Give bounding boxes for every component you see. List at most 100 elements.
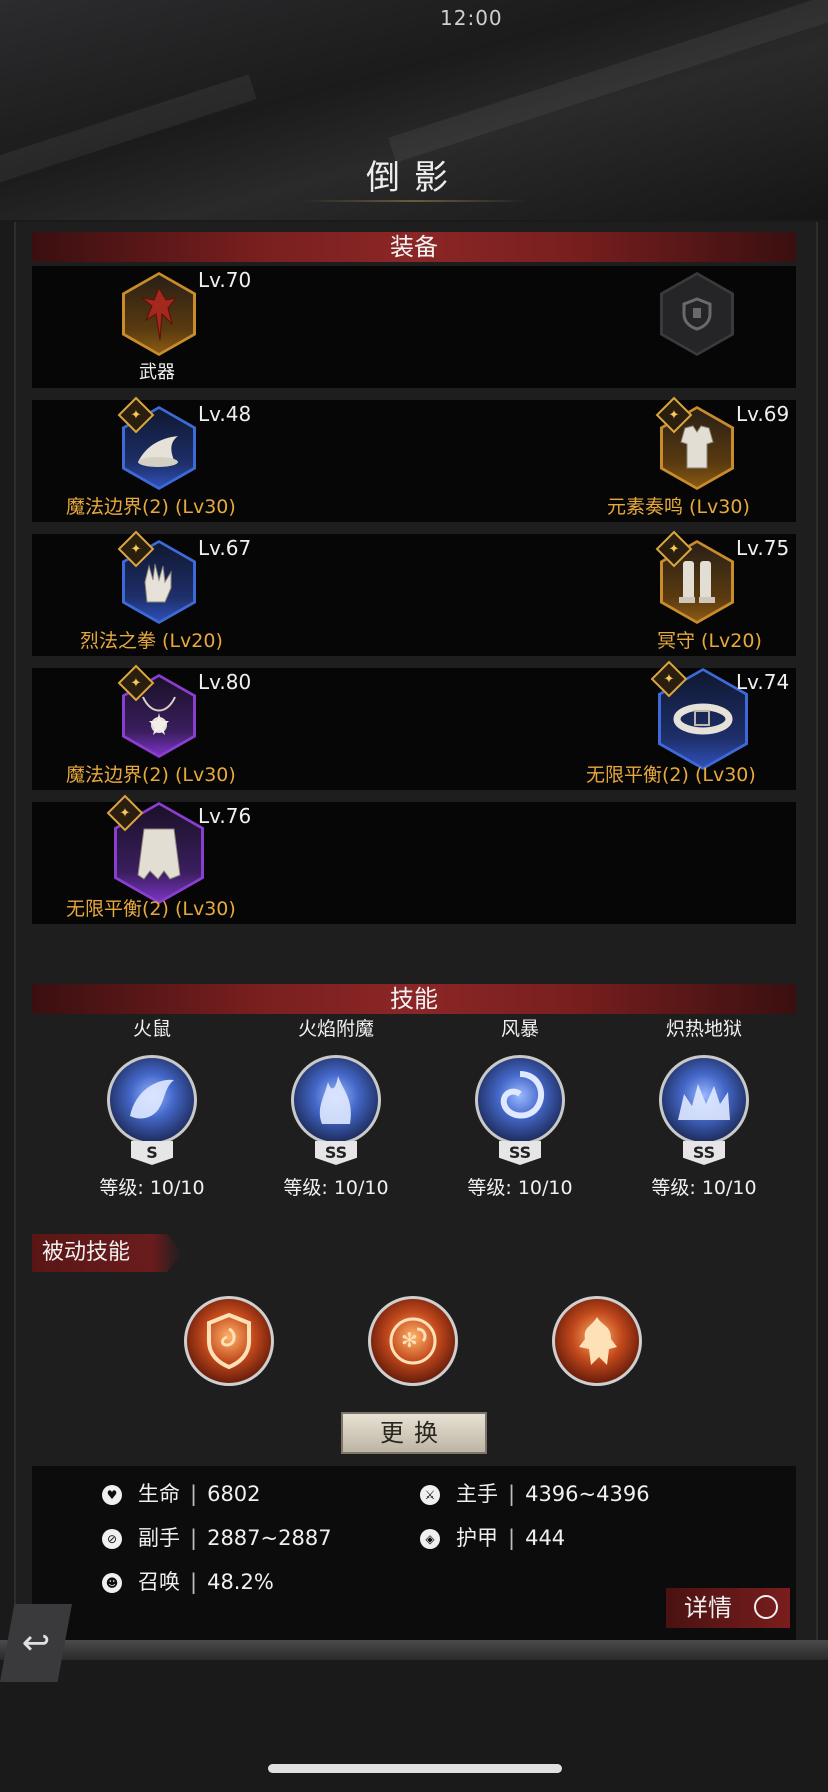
details-button[interactable]: 详情 [666, 1588, 790, 1628]
spark-icon: ✦ [130, 675, 142, 691]
spark-icon: ✦ [668, 407, 680, 423]
empty-shield-hex [660, 272, 734, 356]
spark-icon: ✦ [119, 805, 131, 821]
passive-skills-header: 被动技能 [32, 1234, 182, 1272]
inferno-icon [659, 1055, 749, 1145]
skill-name: 风暴 [500, 1018, 539, 1040]
weapon-slot[interactable]: Lv.70 武器 [32, 266, 292, 388]
details-label: 详情 [684, 1594, 732, 1622]
equipment-row: Lv.70 武器 [32, 266, 796, 388]
stat-hp: ♥ 生命 | 6802 [102, 1478, 261, 1508]
flame-enchant-icon [291, 1055, 381, 1145]
set-label: 无限平衡(2) (Lv30) [586, 764, 756, 786]
stat-off-hand: ⊘ 副手 | 2887~2887 [102, 1522, 332, 1552]
skill-rank: SS [315, 1141, 357, 1165]
sword-icon: ⚔ [420, 1485, 440, 1505]
stat-label: 生命 [138, 1482, 180, 1506]
stat-value: 444 [525, 1526, 566, 1550]
fire-rat-icon [107, 1055, 197, 1145]
set-label: 烈法之拳 (Lv20) [80, 630, 223, 652]
skill-name: 火鼠 [132, 1018, 171, 1040]
skill-rank: SS [683, 1141, 725, 1165]
armor-icon: ◈ [420, 1529, 440, 1549]
stat-separator: | [190, 1570, 198, 1594]
spark-icon: ✦ [663, 671, 675, 687]
spark-icon: ✦ [130, 407, 142, 423]
stat-label: 护甲 [456, 1526, 498, 1550]
page-title: 倒影 [366, 158, 462, 198]
stat-label: 召唤 [138, 1570, 180, 1594]
stat-label: 副手 [138, 1526, 180, 1550]
weapon-icon [122, 272, 196, 356]
swap-button[interactable]: 更换 [341, 1412, 487, 1454]
stat-separator: | [508, 1482, 516, 1506]
stat-separator: | [190, 1482, 198, 1506]
skill-item[interactable]: 火鼠 S 等级: 10/10 [62, 1014, 242, 1200]
stat-armor: ◈ 护甲 | 444 [420, 1522, 565, 1552]
equipment-row: ✦ Lv.76 无限平衡(2) (Lv30) [32, 794, 796, 924]
passive-shield-icon[interactable] [184, 1296, 274, 1386]
title-divider [300, 200, 528, 202]
set-label: 元素奏鸣 (Lv30) [607, 496, 750, 518]
stat-value: 2887~2887 [207, 1526, 332, 1550]
equipment-row: ✦ Lv.48 魔法边界(2) (Lv30) ✦ Lv.69 元素奏鸣 (Lv3… [32, 396, 796, 522]
skill-level: 等级: 10/10 [651, 1177, 757, 1199]
back-arrow-icon: ↩ [21, 1623, 51, 1663]
weapon-hex [122, 272, 196, 356]
passive-fire-spirit-icon[interactable] [552, 1296, 642, 1386]
skill-rank: SS [499, 1141, 541, 1165]
skill-level: 等级: 10/10 [99, 1177, 205, 1199]
spark-icon: ✦ [130, 541, 142, 557]
back-button[interactable]: ↩ [0, 1604, 72, 1682]
spark-icon: ✦ [668, 541, 680, 557]
set-label: 魔法边界(2) (Lv30) [66, 764, 236, 786]
item-level: Lv.80 [198, 670, 252, 694]
summon-icon: ☻ [102, 1573, 122, 1593]
item-level: Lv.74 [736, 670, 790, 694]
stat-main-hand: ⚔ 主手 | 4396~4396 [420, 1478, 650, 1508]
skill-item[interactable]: 风暴 SS 等级: 10/10 [430, 1014, 610, 1200]
skill-level: 等级: 10/10 [283, 1177, 389, 1199]
stat-separator: | [190, 1526, 198, 1550]
magnifier-icon [754, 1595, 778, 1619]
stat-value: 4396~4396 [525, 1482, 650, 1506]
cape-slot[interactable]: ✦ Lv.76 无限平衡(2) (Lv30) [32, 794, 292, 924]
bottom-frame [0, 1640, 828, 1660]
weapon-level: Lv.70 [198, 268, 252, 292]
helmet-slot[interactable]: ✦ Lv.48 魔法边界(2) (Lv30) [32, 396, 292, 522]
equipment-header: 装备 [32, 232, 796, 262]
item-level: Lv.69 [736, 402, 790, 426]
home-indicator[interactable] [268, 1764, 562, 1773]
legs-slot[interactable]: ✦ Lv.75 冥守 (Lv20) [536, 530, 796, 656]
shield-icon [660, 272, 734, 356]
set-label: 魔法边界(2) (Lv30) [66, 496, 236, 518]
chest-slot[interactable]: ✦ Lv.69 元素奏鸣 (Lv30) [536, 396, 796, 522]
passive-elements-icon[interactable]: ✻ [368, 1296, 458, 1386]
skill-name: 火焰附魔 [297, 1018, 374, 1040]
storm-icon [475, 1055, 565, 1145]
stat-summon: ☻ 召唤 | 48.2% [102, 1566, 274, 1596]
set-label: 冥守 (Lv20) [657, 630, 762, 652]
svg-text:✻: ✻ [401, 1328, 418, 1352]
offhand-icon: ⊘ [102, 1529, 122, 1549]
belt-slot[interactable]: ✦ Lv.74 无限平衡(2) (Lv30) [536, 660, 796, 790]
skill-item[interactable]: 炽热地狱 SS 等级: 10/10 [614, 1014, 794, 1200]
item-level: Lv.48 [198, 402, 252, 426]
skill-name: 炽热地狱 [665, 1018, 742, 1040]
item-level: Lv.67 [198, 536, 252, 560]
shield-slot[interactable] [536, 266, 796, 388]
weapon-label: 武器 [139, 362, 175, 383]
set-label: 无限平衡(2) (Lv30) [66, 898, 236, 920]
skill-rank: S [131, 1141, 173, 1165]
skill-level: 等级: 10/10 [467, 1177, 573, 1199]
stat-value: 48.2% [207, 1570, 274, 1594]
skill-item[interactable]: 火焰附魔 SS 等级: 10/10 [246, 1014, 426, 1200]
item-level: Lv.76 [198, 804, 252, 828]
gloves-slot[interactable]: ✦ Lv.67 烈法之拳 (Lv20) [32, 530, 292, 656]
stat-separator: | [508, 1526, 516, 1550]
skills-header: 技能 [32, 984, 796, 1014]
stat-value: 6802 [207, 1482, 261, 1506]
amulet-slot[interactable]: ✦ Lv.80 魔法边界(2) (Lv30) [32, 664, 292, 790]
heart-icon: ♥ [102, 1485, 122, 1505]
equipment-row: ✦ Lv.80 魔法边界(2) (Lv30) ✦ Lv.74 无限平衡(2) (… [32, 660, 796, 790]
